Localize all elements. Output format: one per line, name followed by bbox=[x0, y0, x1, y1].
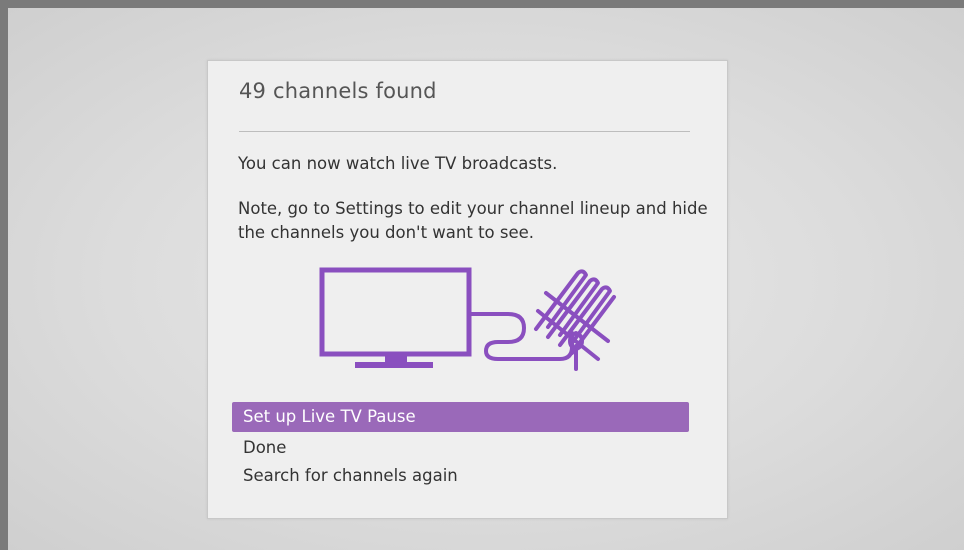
channel-scan-dialog: 49 channels found You can now watch live… bbox=[207, 60, 728, 519]
dialog-title: 49 channels found bbox=[239, 79, 437, 103]
tv-antenna-illustration bbox=[319, 267, 616, 371]
tv-icon bbox=[319, 267, 472, 357]
tv-stand-icon bbox=[355, 355, 433, 368]
cable-icon bbox=[469, 312, 574, 361]
antenna-icon bbox=[534, 269, 616, 371]
tv-screen: 49 channels found You can now watch live… bbox=[0, 0, 964, 550]
title-divider bbox=[239, 131, 690, 132]
done-button[interactable]: Done bbox=[232, 434, 689, 462]
setup-live-tv-pause-button[interactable]: Set up Live TV Pause bbox=[232, 402, 689, 432]
dialog-menu: Set up Live TV Pause Done Search for cha… bbox=[232, 402, 689, 490]
dialog-message: You can now watch live TV broadcasts. bbox=[238, 154, 558, 173]
dialog-note: Note, go to Settings to edit your channe… bbox=[238, 199, 708, 242]
search-channels-again-button[interactable]: Search for channels again bbox=[232, 462, 689, 490]
